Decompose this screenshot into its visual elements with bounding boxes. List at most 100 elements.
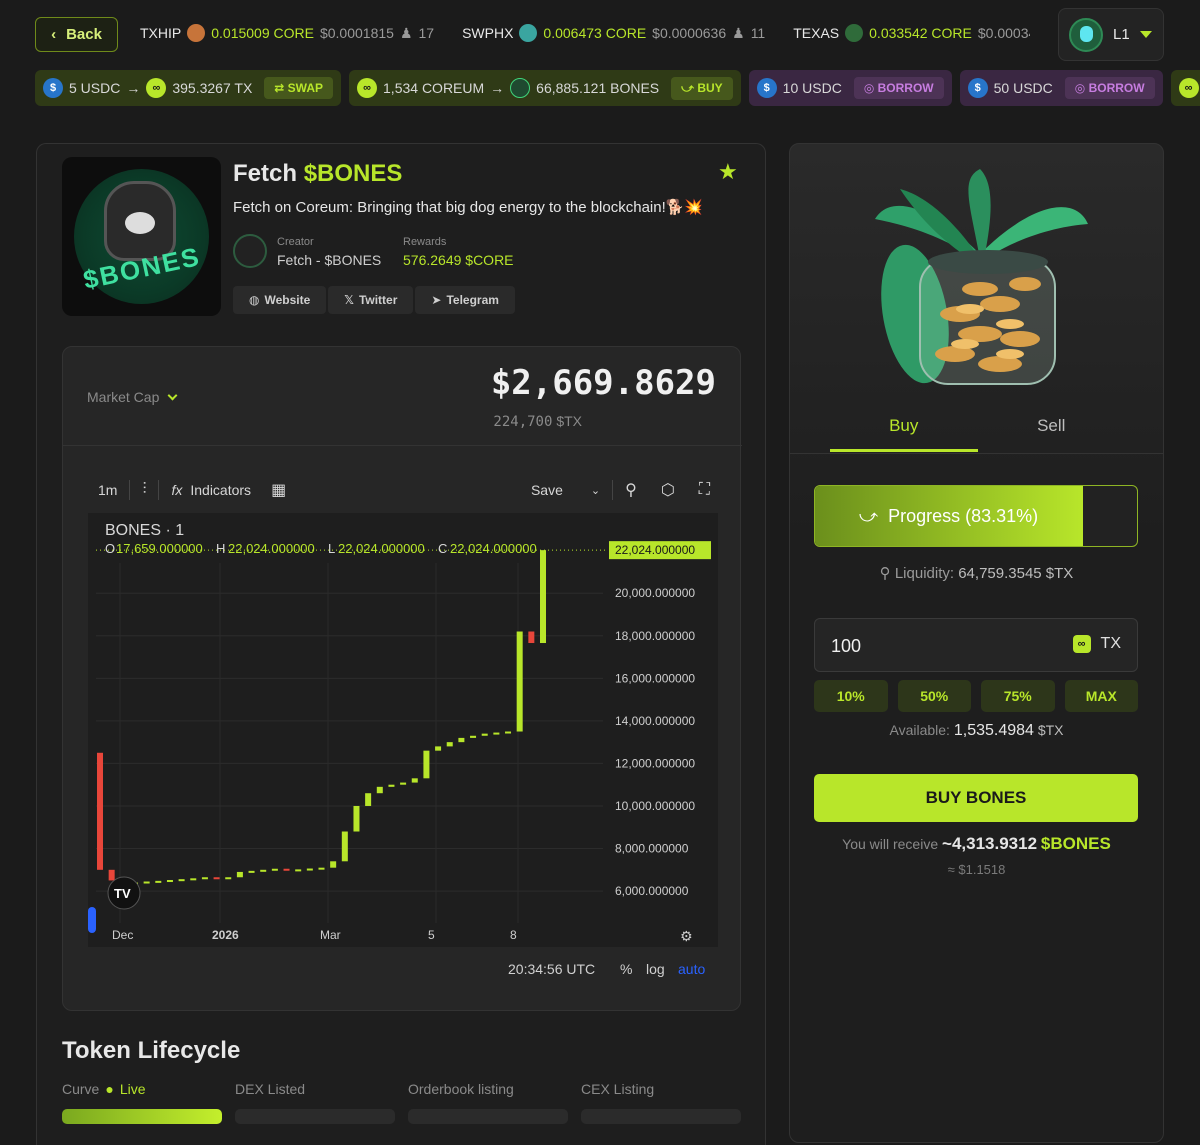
candle-type-icon[interactable]: ⫶ [142, 481, 146, 499]
price-chart-svg: BONES · 1 O 17,659.000000 H 22,024.00000… [88, 522, 711, 944]
percent-scale-toggle[interactable]: % [620, 961, 632, 977]
axis-settings-icon[interactable]: ⚙ [680, 928, 693, 944]
social-links: ◍ Website 𝕏 Twitter ➤ Telegram [233, 286, 515, 314]
arrow-right-icon: → [490, 80, 505, 96]
quick-search-icon[interactable]: ⚲ [625, 480, 637, 500]
ticker-item[interactable]: TXHIP 0.015009 CORE $0.0001815 ♟ 17 [140, 24, 434, 42]
candle [166, 880, 173, 883]
activity-item[interactable]: ∞5,000 TX [1170, 70, 1200, 106]
x-tick-label: 2026 [212, 928, 239, 942]
y-tick-label: 18,000.000000 [615, 629, 695, 643]
activity-item[interactable]: ∞ 1,534 COREUM → 66,885.121 BONES ⤻ BUY [349, 70, 741, 106]
user-menu-button[interactable]: L1 [1058, 8, 1164, 61]
creator-value[interactable]: Fetch - $BONES [277, 252, 381, 268]
candle [446, 742, 453, 747]
candle [143, 881, 150, 884]
telegram-link[interactable]: ➤ Telegram [415, 286, 515, 314]
chart-footer: 20:34:56 UTC % log auto [88, 957, 718, 983]
token-ticker: $BONES [303, 160, 403, 187]
market-cap-selector[interactable]: Market Cap [87, 389, 178, 405]
activity-action-badge[interactable]: ◎ BORROW [1064, 77, 1155, 99]
layout-grid-icon[interactable]: ▦ [271, 480, 286, 500]
available-value: 1,535.4984 [953, 722, 1034, 739]
activity-action-label: BORROW [877, 81, 934, 95]
scroll-handle[interactable] [88, 907, 96, 933]
candle [260, 869, 267, 872]
trade-panel: Buy Sell ⤻ Progress (83.31%) ⚲ Liquidity… [789, 143, 1164, 1143]
stage-label: CEX Listing [581, 1081, 655, 1097]
website-link[interactable]: ◍ Website [233, 286, 327, 314]
log-scale-toggle[interactable]: log [646, 961, 665, 977]
candle [411, 778, 418, 783]
ohlc-legend: O 17,659.000000 H 22,024.000000 L 22,024… [105, 541, 537, 556]
divider [790, 453, 1163, 454]
settings-gear-icon[interactable]: ⬡ [661, 480, 675, 500]
chart-time: 20:34:56 UTC [508, 961, 596, 977]
ticker-core-price: 0.015009 CORE [211, 25, 314, 41]
lifecycle-stage: DEX Listed [235, 1079, 395, 1124]
fullscreen-icon[interactable]: ⛶ [699, 481, 710, 499]
activity-item[interactable]: $10 USDC ◎ BORROW [748, 70, 952, 106]
ohlc-o-value: 17,659.000000 [116, 541, 203, 556]
tx-coin-icon: ∞ [1178, 78, 1199, 98]
usdc-coin-icon: $ [756, 78, 777, 98]
twitter-link[interactable]: 𝕏 Twitter [328, 286, 414, 314]
pct-max-button[interactable]: MAX [1064, 680, 1138, 712]
activity-item[interactable]: $50 USDC ◎ BORROW [959, 70, 1163, 106]
save-menu-chevron-icon[interactable]: ⌄ [591, 484, 600, 497]
price-chart[interactable]: BONES · 1 O 17,659.000000 H 22,024.00000… [88, 513, 718, 947]
token-icon [519, 24, 538, 42]
activity-from: 5 USDC [69, 80, 121, 96]
liquidity-value: 64,759.3545 $TX [958, 565, 1074, 582]
pct-50-button[interactable]: 50% [897, 680, 971, 712]
amount-field[interactable]: ∞ TX [814, 618, 1138, 672]
y-tick-label: 10,000.000000 [615, 799, 695, 813]
ohlc-h-value: 22,024.000000 [228, 541, 315, 556]
candle [213, 877, 220, 880]
creator-label: Creator [277, 236, 314, 248]
candle [388, 784, 395, 787]
last-price-label: 22,024.000000 [615, 543, 695, 557]
token-name: Fetch [233, 160, 298, 187]
ticker-usd-price: $0.0003418 [977, 25, 1030, 41]
ohlc-c-key: C [438, 541, 447, 556]
auto-scale-toggle[interactable]: auto [678, 961, 705, 977]
indicators-button[interactable]: Indicators [190, 482, 251, 498]
tab-sell[interactable]: Sell [978, 402, 1126, 452]
activity-action-badge[interactable]: ⇄ SWAP [264, 77, 334, 99]
ticker-core-price: 0.006473 CORE [543, 25, 647, 41]
y-tick-label: 6,000.000000 [615, 884, 689, 898]
stage-bar [408, 1109, 568, 1124]
x-icon: 𝕏 [344, 293, 354, 307]
buy-button[interactable]: BUY BONES [814, 774, 1138, 822]
tx-coin-icon: ∞ [357, 78, 378, 98]
ohlc-l-key: L [328, 541, 335, 556]
tab-buy[interactable]: Buy [830, 402, 978, 452]
interval-selector[interactable]: 1m [98, 482, 117, 498]
indicators-icon[interactable]: fx [171, 482, 182, 498]
candle [516, 631, 523, 732]
y-tick-label: 14,000.000000 [615, 714, 695, 728]
back-button[interactable]: ‹ Back [35, 17, 118, 52]
ohlc-h-key: H [216, 541, 225, 556]
save-button[interactable]: Save [531, 482, 563, 498]
y-tick-label: 16,000.000000 [615, 671, 695, 685]
ticker-item[interactable]: TEXAS 0.033542 CORE $0.0003418 [793, 24, 1030, 42]
candle [330, 861, 337, 868]
favorite-star-icon[interactable]: ★ [718, 159, 738, 185]
ticker-item[interactable]: SWPHX 0.006473 CORE $0.0000636 ♟ 11 [462, 24, 765, 42]
ticker-holders: 11 [750, 25, 766, 41]
pct-10-button[interactable]: 10% [814, 680, 888, 712]
token-image: $BONES [62, 157, 221, 316]
activity-strip: $5 USDC → ∞ 395.3267 TX ⇄ SWAP ∞ 1,534 COREUM →… [35, 70, 1200, 106]
caret-down-icon [1139, 31, 1152, 38]
pct-75-button[interactable]: 75% [981, 680, 1055, 712]
y-tick-label: 20,000.000000 [615, 586, 695, 600]
activity-action-badge[interactable]: ⤻ BUY [671, 76, 733, 100]
amount-input[interactable] [831, 633, 1031, 659]
candle [97, 752, 103, 870]
candle [470, 735, 477, 738]
tradingview-logo[interactable]: TV [107, 876, 141, 910]
activity-action-badge[interactable]: ◎ BORROW [853, 77, 944, 99]
activity-item[interactable]: $5 USDC → ∞ 395.3267 TX ⇄ SWAP [35, 70, 342, 106]
